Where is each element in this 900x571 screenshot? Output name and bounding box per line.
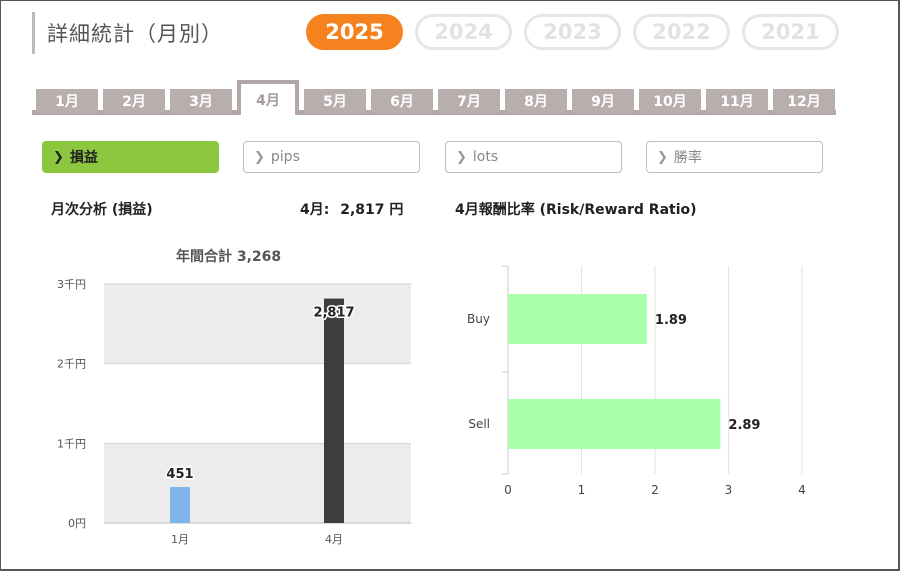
data-label: 451 [166, 467, 193, 482]
metric-button-label: lots [472, 149, 499, 165]
metric-button-label: pips [270, 149, 300, 165]
x-tick-label: 3 [725, 483, 733, 497]
year-tab-2021[interactable]: 2021 [742, 14, 839, 50]
month-value: 2,817 円 [340, 202, 404, 218]
y-tick-label: 0円 [68, 517, 86, 530]
month-tab-5[interactable]: 5月 [304, 89, 366, 113]
annual-total-title: 年間合計 3,268 [176, 249, 282, 265]
grid-band [104, 443, 411, 523]
risk-reward-chart: 0 1 2 3 4 Buy 1.89 Sell 2.89 [467, 265, 806, 497]
month-value-label: 4月: [300, 202, 330, 218]
metric-button-1[interactable]: ❯ 損益 [42, 141, 219, 173]
data-label: 1.89 [655, 313, 687, 328]
y-tick-label: 3千円 [57, 278, 86, 291]
chevron-right-icon: ❯ [53, 149, 64, 165]
title-block: 詳細統計（月別） [32, 12, 223, 54]
monthly-pnl-chart: 0円 1千円 2千円 3千円 451 1月 2,817 4月 [57, 278, 411, 546]
bar-Buy [508, 294, 647, 344]
category-label: Buy [467, 312, 490, 326]
metric-button-3[interactable]: ❯ lots [445, 141, 622, 173]
month-tab-2[interactable]: 2月 [103, 89, 165, 113]
month-tab-12[interactable]: 12月 [773, 89, 835, 113]
data-label: 2,817 [313, 306, 354, 321]
month-tab-6[interactable]: 6月 [371, 89, 433, 113]
chevron-right-icon: ❯ [456, 149, 467, 165]
month-tab-1[interactable]: 1月 [36, 89, 98, 113]
bar-4月 [324, 298, 344, 523]
bar-1月 [170, 487, 190, 523]
bar-Sell [508, 399, 721, 449]
x-tick-label: 4月 [325, 533, 343, 546]
month-tab-bar: 1月 2月 3月 4月 5月 6月 7月 8月 9月 10月 11月 12月 [32, 80, 838, 116]
y-tick-label: 2千円 [57, 358, 86, 371]
category-label: Sell [468, 417, 490, 431]
metric-button-label: 勝率 [673, 150, 702, 166]
data-label: 2.89 [728, 418, 760, 433]
year-tab-2025[interactable]: 2025 [306, 14, 403, 50]
year-selector: 2025 2024 2023 2022 2021 [306, 14, 839, 50]
month-tab-10[interactable]: 10月 [639, 89, 701, 113]
metric-button-2[interactable]: ❯ pips [243, 141, 420, 173]
grid-band [104, 284, 411, 364]
monthly-analysis-label: 月次分析 (損益) [51, 202, 153, 218]
x-tick-label: 1 [578, 483, 586, 497]
ratio-section-label: 4月報酬比率 (Risk/Reward Ratio) [455, 202, 697, 218]
month-tab-7[interactable]: 7月 [438, 89, 500, 113]
page-title: 詳細統計（月別） [47, 22, 223, 46]
month-tab-4[interactable]: 4月 [237, 80, 299, 115]
month-tab-11[interactable]: 11月 [706, 89, 768, 113]
x-tick-label: 2 [651, 483, 659, 497]
month-tab-3[interactable]: 3月 [170, 89, 232, 113]
month-tab-9[interactable]: 9月 [572, 89, 634, 113]
chevron-right-icon: ❯ [657, 149, 668, 165]
chevron-right-icon: ❯ [254, 149, 265, 165]
year-tab-2023[interactable]: 2023 [524, 14, 621, 50]
metric-button-4[interactable]: ❯ 勝率 [646, 141, 823, 173]
year-tab-2024[interactable]: 2024 [415, 14, 512, 50]
month-value-readout: 4月: 2,817 円 [300, 199, 403, 219]
x-tick-label: 4 [798, 483, 806, 497]
y-tick-label: 1千円 [57, 437, 86, 450]
year-tab-2022[interactable]: 2022 [633, 14, 730, 50]
x-tick-label: 0 [504, 483, 512, 497]
metric-button-label: 損益 [69, 150, 98, 166]
month-tab-8[interactable]: 8月 [505, 89, 567, 113]
x-tick-label: 1月 [171, 533, 189, 546]
